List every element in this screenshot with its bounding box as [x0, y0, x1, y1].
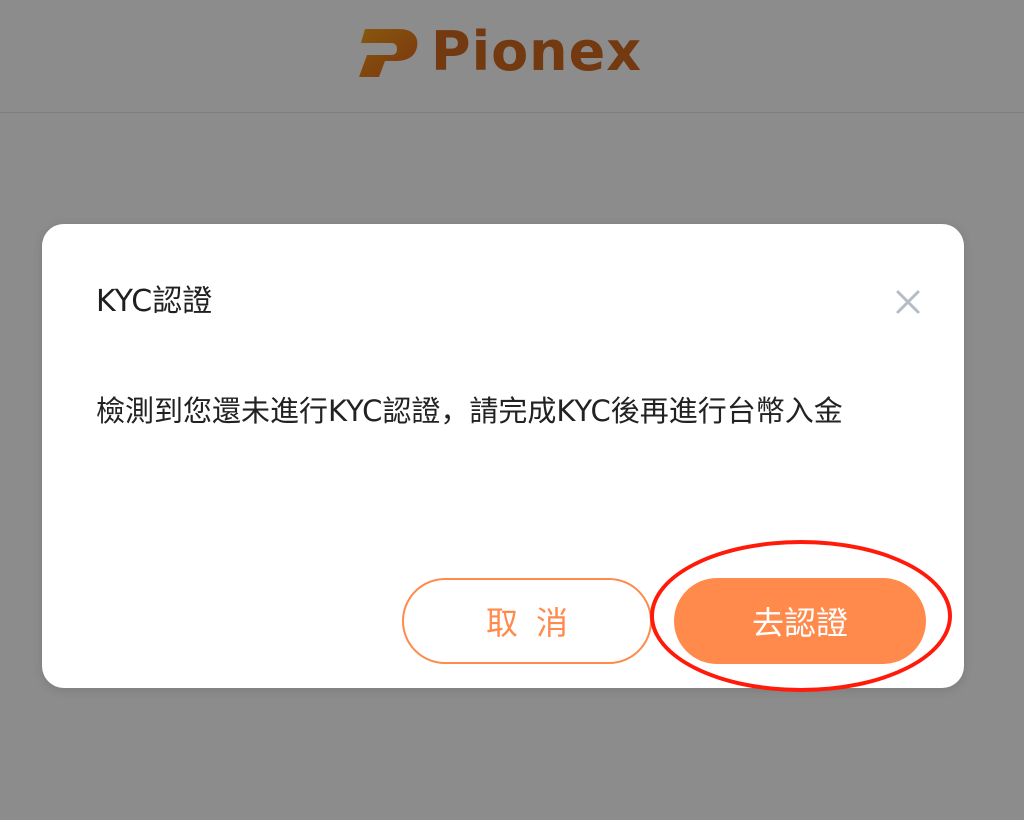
cancel-button[interactable]: 取消: [402, 578, 652, 664]
cancel-button-label: 取消: [485, 604, 586, 642]
kyc-dialog: KYC認證 檢測到您還未進行KYC認證，請完成KYC後再進行台幣入金 取消 去認…: [42, 224, 964, 688]
dialog-message: 檢測到您還未進行KYC認證，請完成KYC後再進行台幣入金: [96, 394, 843, 428]
close-icon[interactable]: [892, 286, 924, 318]
dialog-title: KYC認證: [96, 284, 213, 319]
go-verify-button-label: 去認證: [751, 604, 848, 642]
go-verify-button[interactable]: 去認證: [674, 578, 926, 664]
